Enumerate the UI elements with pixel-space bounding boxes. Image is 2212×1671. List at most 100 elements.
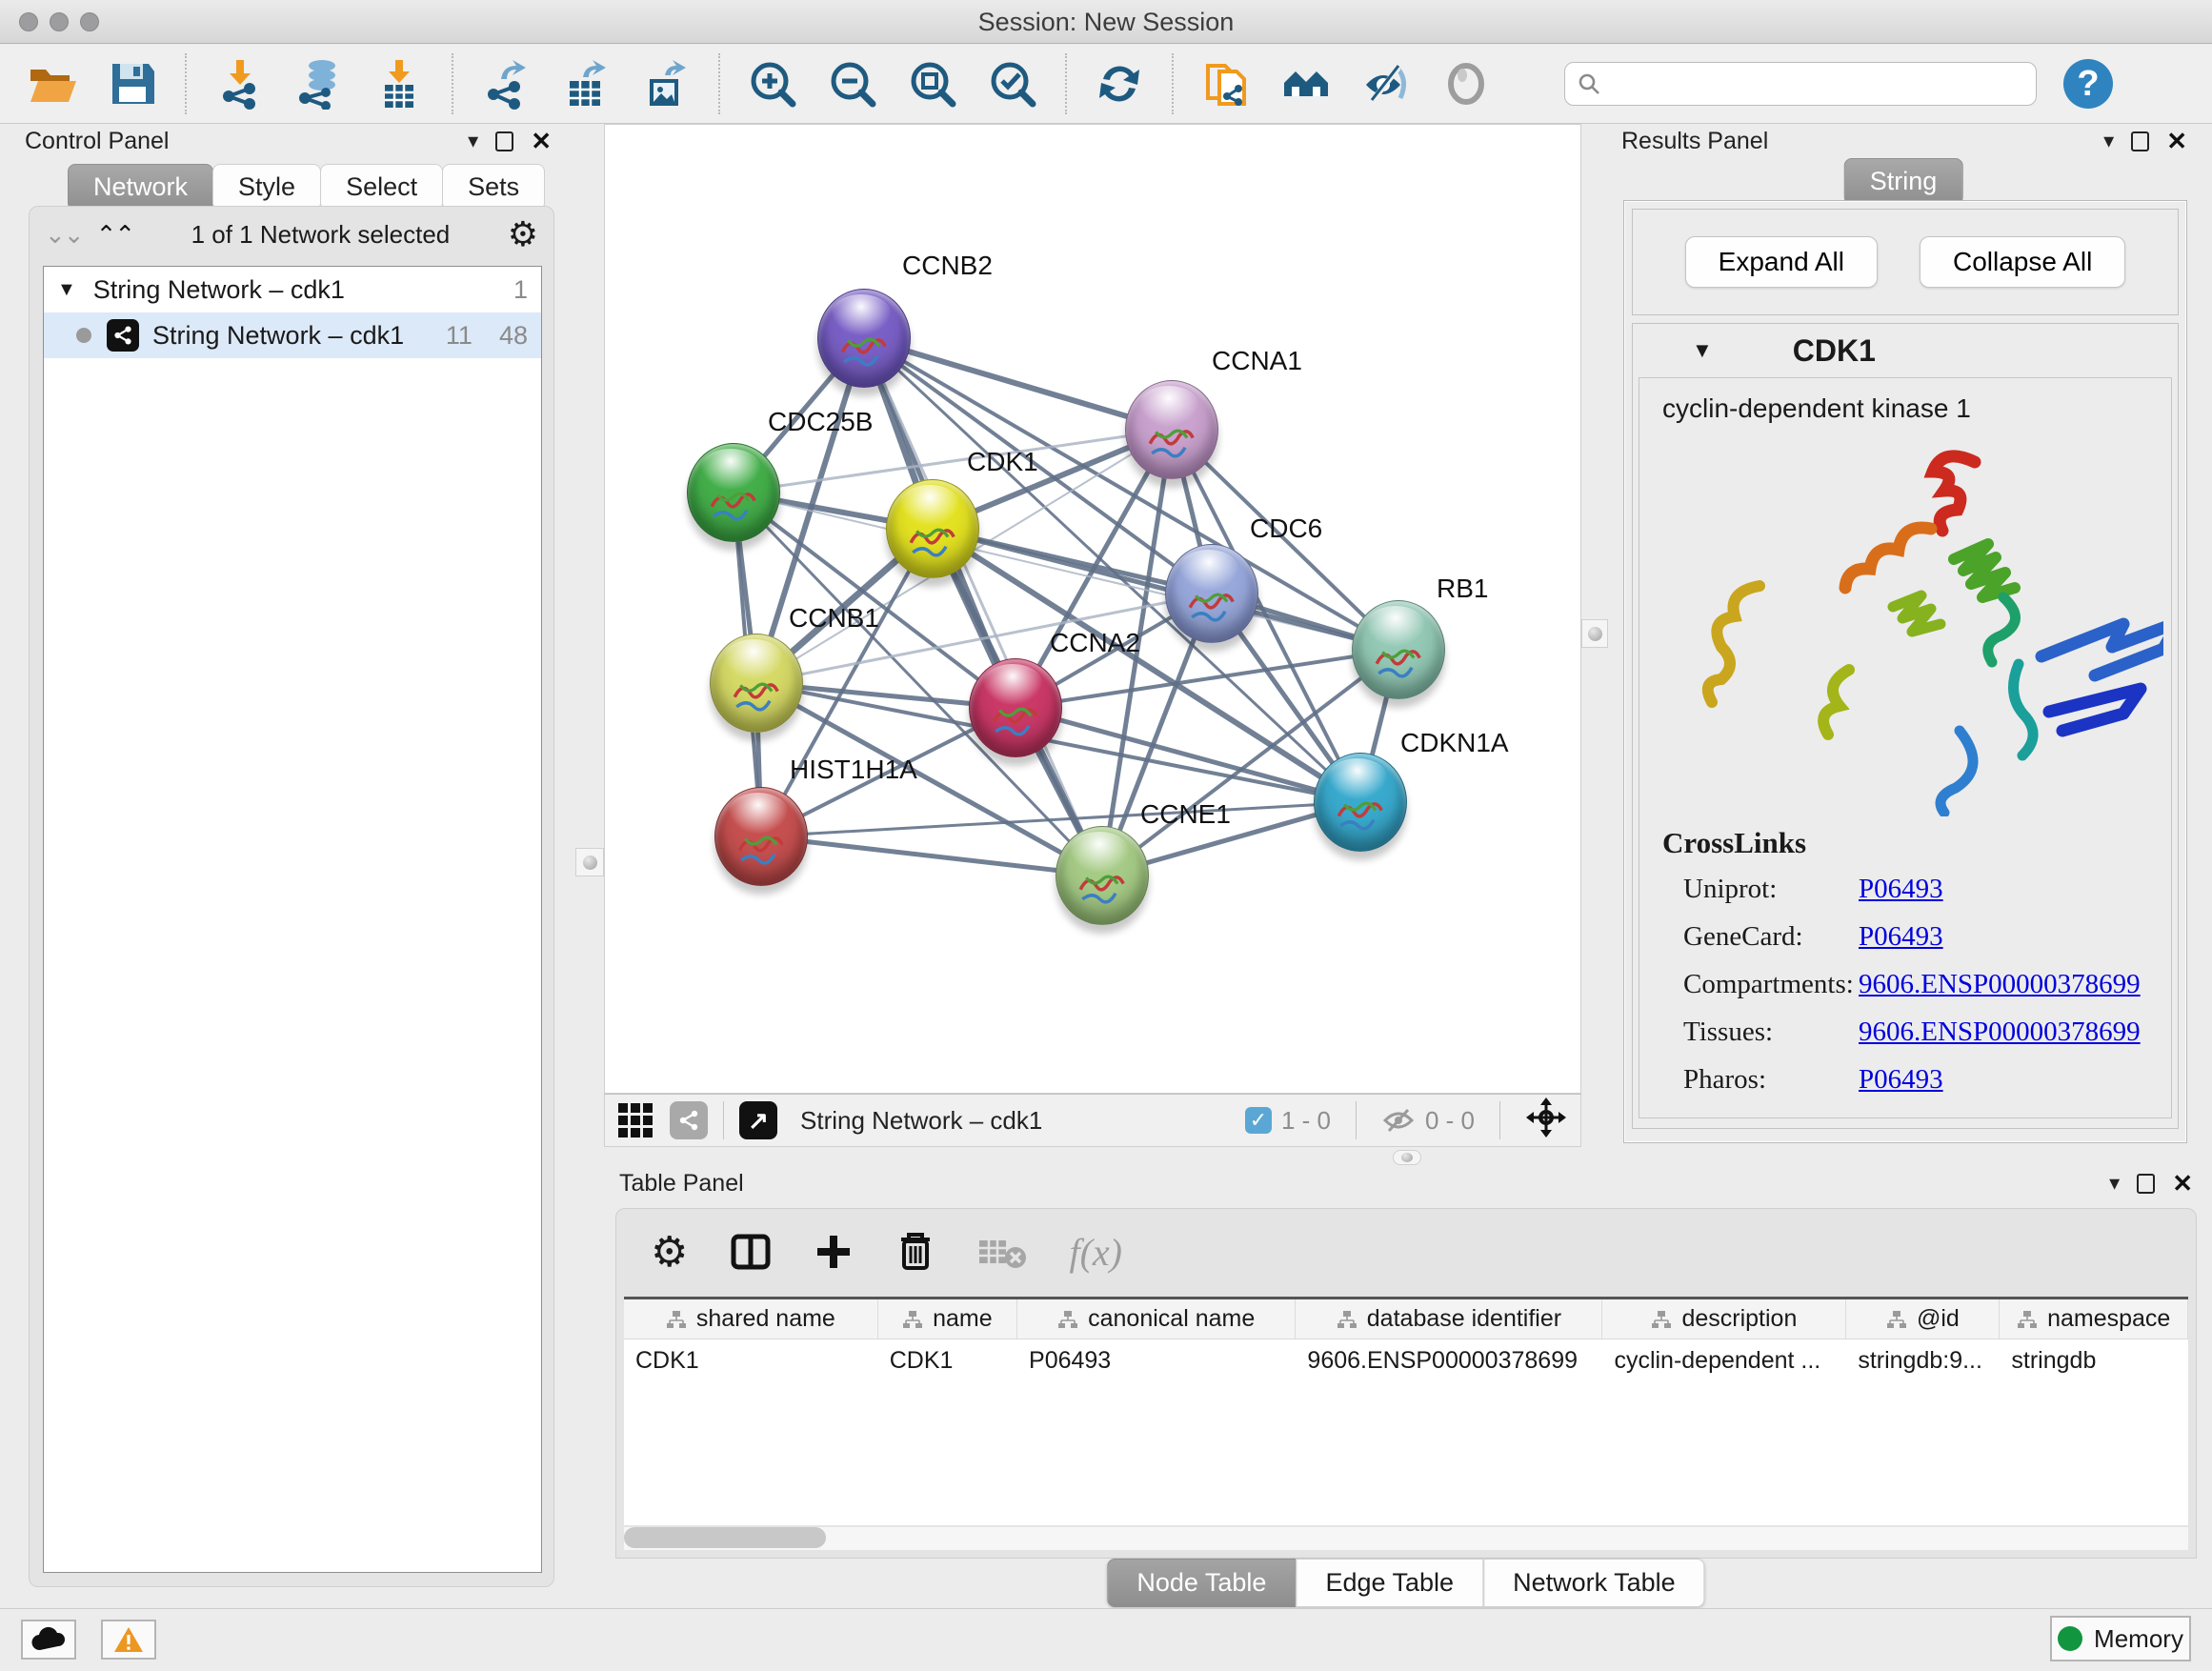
tab-node-table[interactable]: Node Table xyxy=(1107,1559,1296,1607)
panel-float-icon[interactable] xyxy=(2137,1174,2155,1194)
add-column-icon[interactable] xyxy=(814,1232,854,1272)
cell-name[interactable]: CDK1 xyxy=(878,1339,1017,1381)
cell-canonical-name[interactable]: P06493 xyxy=(1017,1339,1296,1381)
network-node-CCNE1[interactable] xyxy=(1056,826,1149,925)
network-options-gear-icon[interactable]: ⚙ xyxy=(508,214,538,254)
network-node-HIST1H1A[interactable] xyxy=(714,787,808,886)
tree-expand-icon[interactable]: ▼ xyxy=(57,279,76,301)
expand-all-networks-icon[interactable]: ⌃⌃ xyxy=(96,220,134,250)
memory-button[interactable]: Memory xyxy=(2050,1616,2191,1661)
zoom-out-button[interactable] xyxy=(825,56,880,111)
search-field[interactable] xyxy=(1564,62,2037,106)
scrollbar-thumb[interactable] xyxy=(624,1527,826,1548)
show-all-button[interactable] xyxy=(1278,56,1334,111)
hidden-eye-icon[interactable] xyxy=(1381,1106,1416,1135)
crosslink-link[interactable]: 9606.ENSP00000378699 xyxy=(1859,969,2141,1000)
network-node-CCNB1[interactable] xyxy=(710,634,803,733)
column-header-namespace[interactable]: namespace xyxy=(2000,1299,2188,1339)
search-input[interactable] xyxy=(1601,65,2024,103)
clone-network-button[interactable] xyxy=(1198,56,1254,111)
string-style-icon[interactable] xyxy=(670,1101,708,1139)
column-header-shared-name[interactable]: shared name xyxy=(624,1299,878,1339)
cell-description[interactable]: cyclin-dependent ... xyxy=(1602,1339,1846,1381)
table-horizontal-scrollbar[interactable] xyxy=(624,1527,2188,1550)
tab-edge-table[interactable]: Edge Table xyxy=(1296,1559,1483,1607)
collapse-all-networks-icon[interactable]: ⌄⌄ xyxy=(45,220,83,250)
column-header-canonical-name[interactable]: canonical name xyxy=(1017,1299,1296,1339)
left-splitter-handle[interactable] xyxy=(575,848,604,876)
panel-float-icon[interactable] xyxy=(495,131,513,151)
open-session-button[interactable] xyxy=(25,56,80,111)
zoom-selected-button[interactable] xyxy=(985,56,1040,111)
export-image-button[interactable] xyxy=(638,56,694,111)
network-node-CCNA2[interactable] xyxy=(969,658,1062,757)
export-table-button[interactable] xyxy=(558,56,613,111)
network-node-CCNB2[interactable] xyxy=(817,289,911,388)
panel-close-icon[interactable]: ✕ xyxy=(531,127,552,156)
import-network-database-button[interactable] xyxy=(292,56,347,111)
import-table-button[interactable] xyxy=(372,56,427,111)
save-session-button[interactable] xyxy=(105,56,160,111)
hide-selected-button[interactable] xyxy=(1358,56,1414,111)
panel-menu-caret-icon[interactable]: ▾ xyxy=(2109,1171,2120,1196)
table-settings-gear-icon[interactable]: ⚙ xyxy=(651,1228,688,1277)
birdseye-grid-icon[interactable] xyxy=(618,1103,653,1137)
panel-float-icon[interactable] xyxy=(2131,131,2149,151)
tab-string[interactable]: String xyxy=(1844,158,1963,205)
panel-close-icon[interactable]: ✕ xyxy=(2172,1169,2193,1198)
panel-close-icon[interactable]: ✕ xyxy=(2166,127,2187,156)
network-node-CDKN1A[interactable] xyxy=(1314,753,1407,852)
network-edge-CCNB2-CCNA1[interactable] xyxy=(864,338,1172,430)
delete-column-trash-icon[interactable] xyxy=(895,1230,935,1274)
cell-database-identifier[interactable]: 9606.ENSP00000378699 xyxy=(1296,1339,1602,1381)
network-node-CDC6[interactable] xyxy=(1165,544,1258,643)
network-view-canvas[interactable]: CCNB2CCNA1CDC25BCDK1CDC6RB1CCNB1CCNA2CDK… xyxy=(604,124,1581,1094)
collapse-all-button[interactable]: Collapse All xyxy=(1920,236,2125,288)
network-collection-row[interactable]: ▼ String Network – cdk1 1 xyxy=(44,267,541,312)
panel-menu-caret-icon[interactable]: ▾ xyxy=(468,129,478,153)
tab-sets[interactable]: Sets xyxy=(442,164,545,211)
network-node-RB1[interactable] xyxy=(1352,600,1445,699)
delete-table-icon-disabled[interactable] xyxy=(977,1235,1027,1269)
function-builder-icon-disabled[interactable]: f(x) xyxy=(1069,1230,1122,1275)
network-row-selected[interactable]: String Network – cdk1 11 48 xyxy=(44,312,541,358)
network-node-CDK1[interactable] xyxy=(886,479,979,578)
network-edge-HIST1H1A-CCNE1[interactable] xyxy=(761,836,1102,876)
import-network-file-button[interactable] xyxy=(211,56,267,111)
table-row[interactable]: CDK1CDK1P064939606.ENSP00000378699cyclin… xyxy=(624,1339,2188,1381)
panel-menu-caret-icon[interactable]: ▾ xyxy=(2103,129,2114,153)
network-node-CCNA1[interactable] xyxy=(1125,380,1218,479)
right-splitter-handle[interactable] xyxy=(1581,619,1608,648)
tab-select[interactable]: Select xyxy=(320,164,443,211)
bottom-splitter-handle[interactable] xyxy=(1393,1150,1421,1165)
show-columns-icon[interactable] xyxy=(730,1231,772,1273)
column-header-database-identifier[interactable]: database identifier xyxy=(1296,1299,1602,1339)
export-network-button[interactable] xyxy=(478,56,533,111)
selected-checkbox-icon[interactable]: ✓ xyxy=(1245,1107,1272,1134)
zoom-in-button[interactable] xyxy=(745,56,800,111)
tab-style[interactable]: Style xyxy=(212,164,321,211)
cell-shared-name[interactable]: CDK1 xyxy=(624,1339,878,1381)
cell-namespace[interactable]: stringdb xyxy=(2000,1339,2188,1381)
crosslink-link[interactable]: P06493 xyxy=(1859,874,1943,905)
warnings-button[interactable] xyxy=(101,1620,156,1660)
tab-network[interactable]: Network xyxy=(68,164,213,211)
tab-network-table[interactable]: Network Table xyxy=(1483,1559,1705,1607)
zoom-fit-button[interactable] xyxy=(905,56,960,111)
cloud-button[interactable] xyxy=(21,1620,76,1660)
expand-all-button[interactable]: Expand All xyxy=(1685,236,1878,288)
network-edge-CCNB2-CCNE1[interactable] xyxy=(864,338,1102,876)
section-collapse-icon[interactable]: ▼ xyxy=(1692,338,1713,363)
crosslink-link[interactable]: 9606.ENSP00000378699 xyxy=(1859,1017,2141,1048)
column-header-name[interactable]: name xyxy=(878,1299,1017,1339)
crosslink-link[interactable]: P06493 xyxy=(1859,1064,1943,1096)
pan-crosshair-icon[interactable] xyxy=(1525,1097,1567,1145)
cell-@id[interactable]: stringdb:9... xyxy=(1846,1339,2000,1381)
crosslink-link[interactable]: P06493 xyxy=(1859,921,1943,953)
help-button[interactable]: ? xyxy=(2063,59,2113,109)
column-header-@id[interactable]: @id xyxy=(1846,1299,2000,1339)
show-hidden-button[interactable] xyxy=(1438,56,1494,111)
open-in-new-window-icon[interactable]: ↗ xyxy=(739,1101,777,1139)
network-node-CDC25B[interactable] xyxy=(687,443,780,542)
apply-layout-button[interactable] xyxy=(1092,56,1147,111)
